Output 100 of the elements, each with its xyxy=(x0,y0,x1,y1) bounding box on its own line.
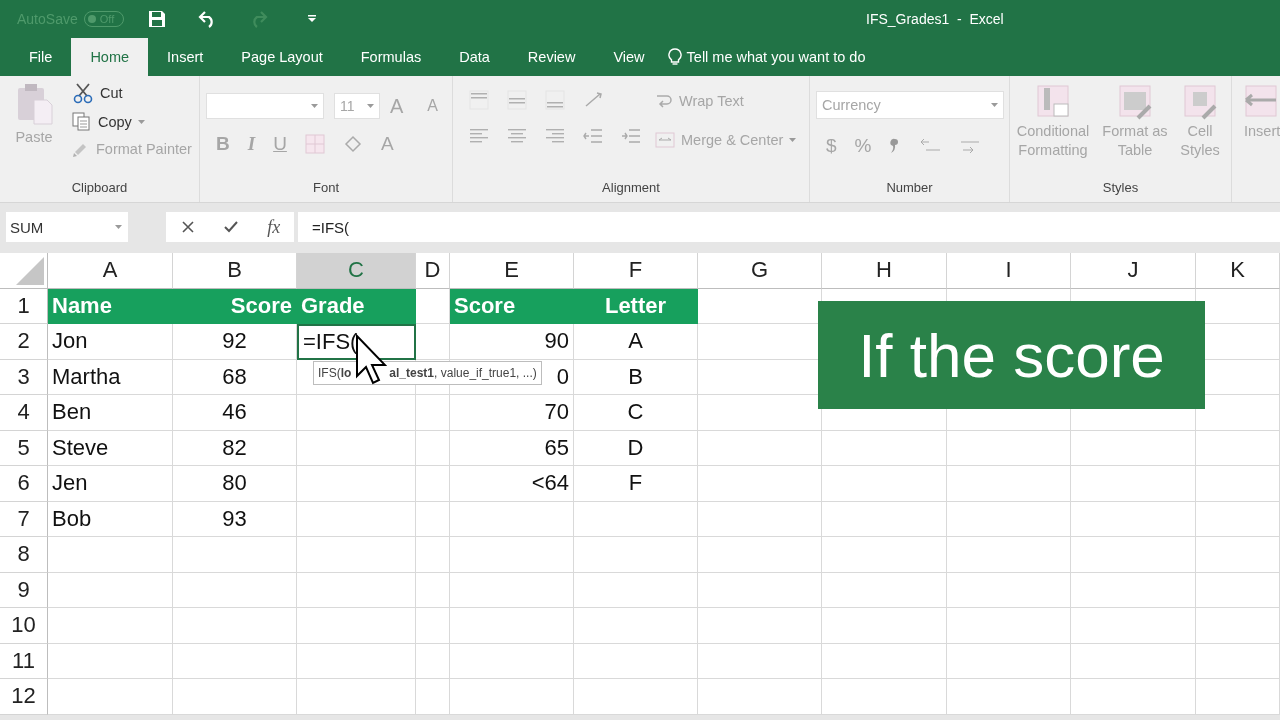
header-cell: Grade xyxy=(297,288,416,324)
table-cell: Martha xyxy=(48,359,173,395)
table-cell: 46 xyxy=(173,395,297,431)
row-header[interactable]: 12 xyxy=(0,679,48,715)
group-label: Alignment xyxy=(601,179,661,197)
caret-icon xyxy=(789,138,797,142)
table-cell: 82 xyxy=(173,430,297,466)
header-cell: Letter xyxy=(574,288,698,324)
table-cell: <64 xyxy=(450,466,574,502)
fill-color-icon[interactable] xyxy=(342,134,363,154)
empty-cell xyxy=(416,501,450,537)
empty-cell xyxy=(416,466,450,502)
scissors-icon xyxy=(72,82,94,104)
select-all-corner[interactable] xyxy=(0,253,48,289)
window-title: IFS_Grades1 - Excel xyxy=(866,11,1004,27)
ribbon-tab[interactable]: Page Layout xyxy=(222,38,342,76)
decrease-indent-icon[interactable] xyxy=(583,126,603,146)
group-label: Font xyxy=(312,179,340,197)
table-cell: D xyxy=(574,430,698,466)
bottom-align-icon[interactable] xyxy=(545,90,565,110)
header-cell: Name xyxy=(48,288,173,324)
ribbon-tab[interactable]: Formulas xyxy=(341,38,441,76)
wrap-arrow-icon xyxy=(655,92,673,110)
table-icon xyxy=(1118,84,1152,120)
ribbon-tab[interactable]: Home xyxy=(71,38,149,76)
empty-cell xyxy=(416,679,450,715)
column-header[interactable]: C xyxy=(297,253,416,289)
table-icon xyxy=(1244,84,1278,120)
column-header[interactable]: G xyxy=(698,253,822,289)
orientation-icon[interactable] xyxy=(583,90,605,110)
middle-align-icon[interactable] xyxy=(507,90,527,110)
increase-indent-icon[interactable] xyxy=(621,126,641,146)
table-cell: 92 xyxy=(173,324,297,360)
row-header[interactable]: 1 xyxy=(0,288,48,324)
row-header[interactable]: 2 xyxy=(0,324,48,360)
table-cell: Jon xyxy=(48,324,173,360)
row-header[interactable]: 10 xyxy=(0,608,48,644)
empty-cell xyxy=(416,430,450,466)
table-cell: 70 xyxy=(450,395,574,431)
column-header[interactable]: H xyxy=(822,253,947,289)
cancel-icon[interactable] xyxy=(179,219,196,235)
lightbulb-icon[interactable] xyxy=(667,48,682,66)
caption-banner: If the score xyxy=(818,301,1205,409)
column-header[interactable]: D xyxy=(416,253,450,289)
group-label: Styles xyxy=(1101,179,1140,197)
cut-button[interactable]: Cut xyxy=(72,82,192,104)
group-label: Clipboard xyxy=(70,179,129,197)
checkmark-icon[interactable] xyxy=(223,219,240,235)
caret-icon xyxy=(311,104,318,108)
table-cell: Steve xyxy=(48,430,173,466)
table-cell: 93 xyxy=(173,501,297,537)
column-header[interactable]: I xyxy=(947,253,1071,289)
row-header[interactable]: 5 xyxy=(0,430,48,466)
save-icon[interactable] xyxy=(147,10,166,28)
header-cell: Score xyxy=(173,288,297,324)
table-icon xyxy=(1183,84,1217,120)
column-header[interactable]: K xyxy=(1196,253,1280,289)
column-header[interactable]: B xyxy=(173,253,297,289)
column-header[interactable]: F xyxy=(574,253,698,289)
tell-me-search[interactable]: Tell me what you want to do xyxy=(686,49,866,65)
font-name-field[interactable] xyxy=(206,93,324,119)
empty-cell xyxy=(416,643,450,679)
caret-icon xyxy=(991,103,998,107)
caret-icon xyxy=(367,104,374,108)
top-align-icon[interactable] xyxy=(469,90,489,110)
row-header[interactable]: 9 xyxy=(0,572,48,608)
row-header[interactable]: 8 xyxy=(0,537,48,573)
ribbon-tab[interactable]: Review xyxy=(508,38,595,76)
table-cell: 68 xyxy=(173,359,297,395)
formula-field[interactable]: =IFS( xyxy=(298,212,1280,242)
table-cell: Bob xyxy=(48,501,173,537)
row-header[interactable]: 4 xyxy=(0,395,48,431)
row-header[interactable]: 6 xyxy=(0,466,48,502)
row-header[interactable]: 3 xyxy=(0,359,48,395)
row-header[interactable]: 11 xyxy=(0,643,48,679)
name-box[interactable]: SUM xyxy=(6,212,128,242)
table-cell: Jen xyxy=(48,466,173,502)
column-header[interactable]: J xyxy=(1071,253,1196,289)
insert-function-button[interactable]: fx xyxy=(267,216,281,238)
group-label: Number xyxy=(885,179,934,197)
borders-icon[interactable] xyxy=(304,134,325,154)
table-cell: 90 xyxy=(450,324,574,360)
customize-toolbar-icon[interactable] xyxy=(307,15,316,23)
table-icon xyxy=(1036,84,1070,120)
empty-cell xyxy=(416,537,450,573)
table-cell: C xyxy=(574,395,698,431)
table-cell: 65 xyxy=(450,430,574,466)
ribbon-tab[interactable]: View xyxy=(594,38,664,76)
column-header[interactable]: A xyxy=(48,253,173,289)
ribbon-tab[interactable]: Data xyxy=(440,38,509,76)
empty-cell xyxy=(416,608,450,644)
column-header[interactable]: E xyxy=(450,253,574,289)
merge-icon xyxy=(655,132,675,148)
row-header[interactable]: 7 xyxy=(0,501,48,537)
table-cell: A xyxy=(574,324,698,360)
caret-icon xyxy=(115,225,122,229)
copy-button[interactable]: Copy xyxy=(72,112,192,132)
table-cell: B xyxy=(574,359,698,395)
ribbon-tab[interactable]: File xyxy=(10,38,72,76)
ribbon-tab[interactable]: Insert xyxy=(148,38,223,76)
